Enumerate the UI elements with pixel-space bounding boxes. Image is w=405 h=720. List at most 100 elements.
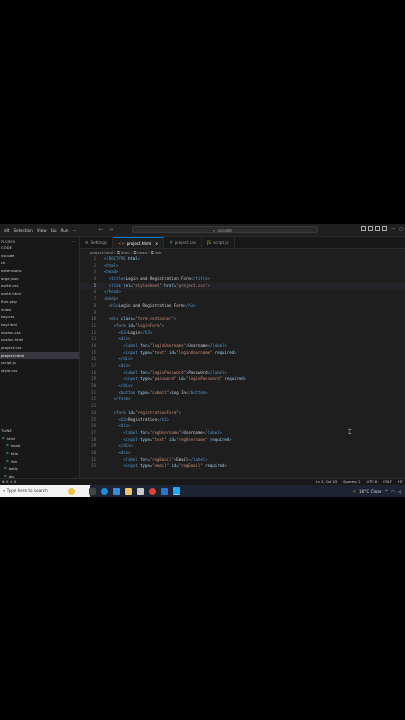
menu-go[interactable]: Go xyxy=(51,228,57,233)
outline-label: head xyxy=(10,443,21,449)
file-item[interactable]: index xyxy=(0,306,79,314)
outline-item[interactable]: ⧉ body xyxy=(0,465,79,473)
close-tab-icon[interactable]: × xyxy=(155,238,158,249)
code-line[interactable]: 32 <input type="email" id="regEmail" req… xyxy=(80,463,405,470)
file-item[interactable]: vscode xyxy=(0,252,79,260)
mail-icon[interactable] xyxy=(137,487,144,495)
outline-item[interactable]: ⧉ title xyxy=(0,450,79,458)
file-item[interactable]: project.html xyxy=(0,351,79,360)
file-item[interactable]: key.html xyxy=(0,321,79,329)
file-item[interactable]: extensions xyxy=(0,267,79,275)
file-item[interactable]: CODE xyxy=(0,244,79,252)
edge-icon[interactable] xyxy=(101,487,108,495)
code-line[interactable]: 8 <h1>Login and Registration Form</h1> xyxy=(80,303,405,310)
code-line[interactable]: 28 <input type="text" id="regUsername" r… xyxy=(80,437,405,444)
outline-item[interactable]: ⧉ link xyxy=(0,458,79,466)
code-line[interactable]: 13 <div> xyxy=(80,336,405,343)
volume-icon[interactable]: ◁ xyxy=(398,489,401,494)
menu-selection[interactable]: Selection xyxy=(13,228,32,233)
code-line[interactable]: 17 <div> xyxy=(80,363,405,370)
file-item[interactable]: script.js xyxy=(0,359,79,367)
outline-header[interactable]: TLINE xyxy=(0,427,79,435)
code-line[interactable]: 16 </div> xyxy=(80,356,405,363)
weather-text[interactable]: 16°C Clear xyxy=(359,489,382,494)
taskbar-search[interactable]: ⌕ Type here to search xyxy=(0,485,90,497)
command-center-search[interactable]: ⌕ .vscode xyxy=(132,226,318,233)
code-line[interactable]: 15 <input type="text" id="loginUsername"… xyxy=(80,350,405,357)
code-line[interactable]: 6 </head> xyxy=(80,289,405,296)
tab-file[interactable]: JS script.js xyxy=(202,237,235,248)
code-line[interactable]: 31 <label for="regEmail">Email</label> xyxy=(80,457,405,464)
code-token: </h2> xyxy=(157,416,170,422)
breadcrumb[interactable]: project.html › ⧉ html › ⧉ head › ⧉ link xyxy=(80,249,405,256)
code-line[interactable]: 21 <button type="submit">Log In</button> xyxy=(80,390,405,397)
file-item[interactable]: earth.html xyxy=(0,290,79,298)
toggle-panel-icon[interactable] xyxy=(368,226,374,231)
code-line[interactable]: 4 <title>Login and Registration Form</ti… xyxy=(80,276,405,283)
code-line[interactable]: 20 </div> xyxy=(80,383,405,390)
task-view-icon[interactable] xyxy=(89,487,96,495)
menu-view[interactable]: View xyxy=(37,228,47,233)
toggle-secondary-sidebar-icon[interactable] xyxy=(375,226,381,231)
code-line[interactable]: 19 <input type="password" id="loginPassw… xyxy=(80,376,405,383)
code-line[interactable]: 3 <head> xyxy=(80,269,405,276)
chrome-icon[interactable] xyxy=(149,487,156,495)
back-arrow-icon[interactable]: ← xyxy=(99,227,103,233)
code-line[interactable]: 27 <label for="regUsername">Username</la… xyxy=(80,430,405,437)
file-item[interactable]: earth.css xyxy=(0,282,79,290)
file-item[interactable]: key.css xyxy=(0,313,79,321)
file-item[interactable]: ftuk.php xyxy=(0,298,79,306)
forward-arrow-icon[interactable]: → xyxy=(109,227,113,233)
file-item[interactable]: project.css xyxy=(0,344,79,352)
file-item[interactable]: style.css xyxy=(0,367,79,375)
code-line[interactable]: 29 </div> xyxy=(80,443,405,450)
code-line[interactable]: 7 <body> xyxy=(80,296,405,303)
tab-label: project.html xyxy=(126,240,151,246)
code-line[interactable]: 30 <div> xyxy=(80,450,405,457)
code-line[interactable]: 2 <html> xyxy=(80,263,405,270)
file-type-icon: ⚙ xyxy=(85,240,89,245)
code-line[interactable]: 26 <div> xyxy=(80,423,405,430)
outline-item[interactable]: ⧉ html xyxy=(0,435,79,443)
tab-file[interactable]: <> project.html × xyxy=(113,237,165,249)
code-text: <input type="text" id="loginUsername" re… xyxy=(104,350,236,357)
search-highlight-icon[interactable] xyxy=(68,487,75,495)
code-line[interactable]: 9 xyxy=(80,310,405,317)
code-line[interactable]: 11 <form id="loginForm"> xyxy=(80,323,405,330)
code-line[interactable]: 22 </form> xyxy=(80,396,405,403)
tray-chevron-icon[interactable]: ^ xyxy=(385,489,389,494)
menu-edit[interactable]: dit xyxy=(4,228,9,233)
code-line[interactable]: 18 <label for="loginPassword">Password</… xyxy=(80,370,405,377)
file-explorer-icon[interactable] xyxy=(125,487,132,495)
file-item[interactable]: ck xyxy=(0,259,79,267)
line-number: 1 xyxy=(93,256,96,261)
file-item[interactable]: nosion.html xyxy=(0,336,79,344)
code-line[interactable]: 25 <h2>Registration</h2> xyxy=(80,417,405,424)
code-editor[interactable]: 1 <!DOCTYPE html> 2 <html> 3 <head> 4 <title>L… xyxy=(80,256,405,478)
outline-item[interactable]: ⧉ head xyxy=(0,442,79,450)
more-actions-icon[interactable]: ··· xyxy=(72,240,75,244)
code-line[interactable]: 24 <form id="registrationForm"> xyxy=(80,410,405,417)
file-type-icon: # xyxy=(169,240,173,245)
code-line[interactable]: 14 <label for="loginUsername">Username</… xyxy=(80,343,405,350)
code-token: id= xyxy=(178,376,186,382)
tab-file[interactable]: # project.css xyxy=(164,237,203,248)
maximize-icon[interactable]: ▢ xyxy=(399,226,403,231)
minimize-icon[interactable]: — xyxy=(391,226,395,231)
vscode-icon[interactable] xyxy=(173,487,180,495)
file-item[interactable]: arge.json xyxy=(0,275,79,283)
network-icon[interactable]: ◠ xyxy=(391,489,395,494)
file-item[interactable]: nosion.css xyxy=(0,329,79,337)
toggle-sidebar-icon[interactable] xyxy=(361,226,367,231)
customize-layout-icon[interactable] xyxy=(382,226,388,231)
taskbar-app-icon[interactable] xyxy=(161,487,168,495)
code-line[interactable]: 12 <h2>Login</h2> xyxy=(80,330,405,337)
menu-more[interactable]: ··· xyxy=(73,228,77,233)
menu-run[interactable]: Run xyxy=(61,228,69,233)
store-icon[interactable] xyxy=(113,487,120,495)
code-line[interactable]: 10 <div class="form-container"> xyxy=(80,316,405,323)
code-line[interactable]: 23 xyxy=(80,403,405,410)
code-line[interactable]: 1 <!DOCTYPE html> xyxy=(80,256,405,263)
code-line[interactable]: 5 <link rel="stylesheet" href="project.c… xyxy=(80,282,405,290)
tab-settings[interactable]: ⚙ Settings xyxy=(80,237,113,248)
